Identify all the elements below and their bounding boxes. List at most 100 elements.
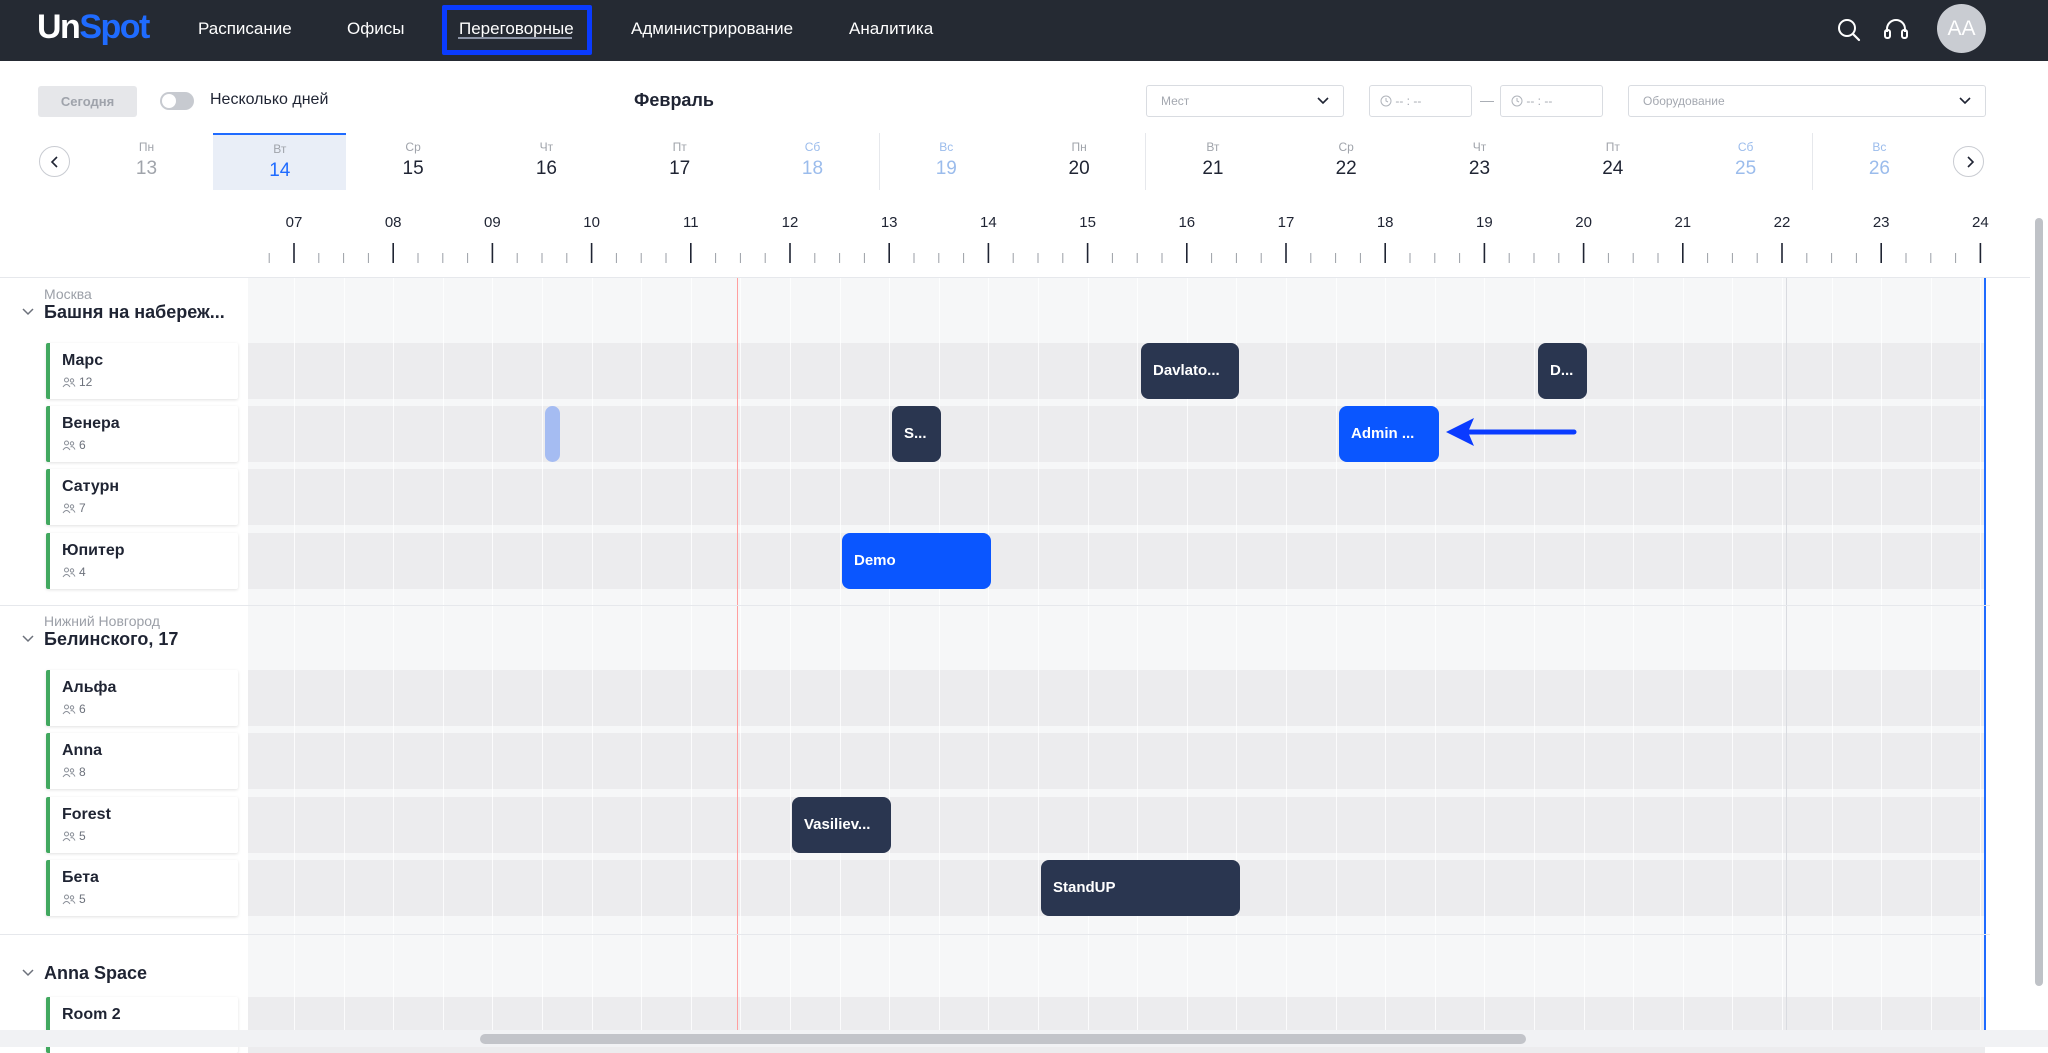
group-city: Москва <box>44 286 92 302</box>
day-number: 22 <box>1335 158 1357 179</box>
time-from-input[interactable]: -- : -- <box>1369 85 1472 117</box>
day-number: 23 <box>1468 158 1491 179</box>
clock-icon <box>1511 95 1523 107</box>
room-row-track[interactable] <box>248 343 1985 399</box>
search-icon[interactable] <box>1835 16 1863 44</box>
day-of-week: Пт <box>1605 140 1620 154</box>
day-of-week: Ср <box>1338 140 1354 154</box>
room-capacity: 5 <box>62 829 86 843</box>
day-20[interactable]: Пн 20 <box>1013 133 1147 190</box>
room-row-track[interactable] <box>248 733 1985 789</box>
logo-text-spot: Spot <box>79 8 150 46</box>
nav-item-offices[interactable]: Офисы <box>347 19 404 39</box>
day-24[interactable]: Пт 24 <box>1546 133 1679 190</box>
seats-select[interactable]: Мест <box>1146 85 1344 117</box>
booking-block[interactable]: Demo <box>842 533 991 589</box>
time-to-input[interactable]: -- : -- <box>1500 85 1603 117</box>
capacity-value: 7 <box>79 501 86 515</box>
seats-placeholder: Мест <box>1161 94 1190 108</box>
support-headset-icon[interactable] <box>1882 16 1910 44</box>
booking-block[interactable]: Vasiliev... <box>792 797 891 853</box>
nav-item-meeting-rooms[interactable]: Переговорные <box>459 19 574 39</box>
prev-days-button[interactable] <box>39 146 70 177</box>
day-17[interactable]: Пт 17 <box>613 133 746 190</box>
day-of-week: Вс <box>1872 140 1887 154</box>
room-capacity: 6 <box>62 438 86 452</box>
day-19[interactable]: Вс 19 <box>880 133 1013 190</box>
horizontal-scrollbar[interactable] <box>480 1034 1526 1044</box>
next-days-button[interactable] <box>1953 146 1984 177</box>
room-card[interactable]: Сатурн 7 <box>46 469 238 525</box>
chevron-down-icon[interactable] <box>22 969 34 977</box>
day-16[interactable]: Чт 16 <box>480 133 613 190</box>
people-icon <box>62 831 76 841</box>
day-number: 13 <box>135 158 158 179</box>
grid-line <box>1484 278 1486 1030</box>
room-card[interactable]: Forest 5 <box>46 797 238 853</box>
booking-block[interactable]: StandUP <box>1041 860 1240 916</box>
nav-item-admin[interactable]: Администрирование <box>631 19 793 39</box>
equipment-placeholder: Оборудование <box>1643 94 1725 108</box>
day-26[interactable]: Вс 26 <box>1813 133 1946 190</box>
room-card[interactable]: Марс 12 <box>46 343 238 399</box>
equipment-select[interactable]: Оборудование <box>1628 85 1986 117</box>
grid-line <box>1881 278 1883 1030</box>
vertical-scrollbar[interactable] <box>2035 218 2043 986</box>
room-card[interactable]: Альфа 6 <box>46 670 238 726</box>
booking-block[interactable]: Davlato... <box>1141 343 1239 399</box>
day-23[interactable]: Чт 23 <box>1413 133 1546 190</box>
grid-line <box>492 278 494 1030</box>
day-22[interactable]: Ср 22 <box>1280 133 1413 190</box>
multi-day-toggle[interactable] <box>160 92 194 110</box>
grid-line <box>641 278 643 1030</box>
grid-line <box>1137 278 1139 1030</box>
room-capacity: 6 <box>62 702 86 716</box>
day-of-week: Вс <box>939 140 954 154</box>
day-15[interactable]: Ср 15 <box>347 133 480 190</box>
today-button[interactable]: Сегодня <box>38 86 137 117</box>
group-divider <box>0 934 1990 935</box>
room-card[interactable]: Anna 8 <box>46 733 238 789</box>
nav-item-analytics[interactable]: Аналитика <box>849 19 933 39</box>
room-name: Марс <box>62 352 104 369</box>
time-from-placeholder: -- : -- <box>1395 94 1422 108</box>
room-name: Венера <box>62 415 120 432</box>
booking-block[interactable]: D... <box>1538 343 1587 399</box>
booking-block[interactable] <box>545 406 560 462</box>
nav-item-schedule[interactable]: Расписание <box>198 19 292 39</box>
room-row-track[interactable] <box>248 533 1985 589</box>
grid-line <box>839 278 841 1030</box>
room-name: Anna <box>62 742 102 759</box>
people-icon <box>62 567 76 577</box>
grid-line <box>1038 278 1039 1030</box>
room-card[interactable]: Бета 5 <box>46 860 238 916</box>
day-21[interactable]: Вт 21 <box>1146 133 1279 190</box>
grid-line <box>1434 278 1436 1030</box>
room-card[interactable]: Венера 6 <box>46 406 238 462</box>
room-card[interactable]: Юпитер 4 <box>46 533 238 589</box>
booking-block[interactable]: Admin ... <box>1339 406 1439 462</box>
chevron-down-icon[interactable] <box>22 635 34 643</box>
toggle-knob <box>162 94 176 108</box>
grid-line <box>1732 278 1734 1030</box>
unspot-logo[interactable]: UnSpot <box>37 8 150 47</box>
time-to-placeholder: -- : -- <box>1526 94 1553 108</box>
day-18[interactable]: Сб 18 <box>747 133 880 190</box>
annotation-arrow-icon <box>1446 418 1577 446</box>
room-row-track[interactable] <box>248 670 1985 726</box>
user-avatar[interactable]: AA <box>1937 4 1986 53</box>
booking-block[interactable]: S... <box>892 406 941 462</box>
grid-line <box>690 278 692 1030</box>
day-25[interactable]: Сб 25 <box>1680 133 1813 190</box>
room-row-track[interactable] <box>248 797 1985 853</box>
grid-line <box>1633 278 1635 1030</box>
day-14[interactable]: Вт 14 <box>213 133 347 190</box>
day-13[interactable]: Пн 13 <box>80 133 213 190</box>
day-of-week: Чт <box>1472 140 1487 154</box>
room-row-track[interactable] <box>248 406 1985 462</box>
chevron-down-icon[interactable] <box>22 308 34 316</box>
group-name: Башня на набереж... <box>44 302 225 322</box>
room-row-track[interactable] <box>248 469 1985 525</box>
time-separator: — <box>1480 92 1494 108</box>
logo-text-un: Un <box>37 8 81 46</box>
